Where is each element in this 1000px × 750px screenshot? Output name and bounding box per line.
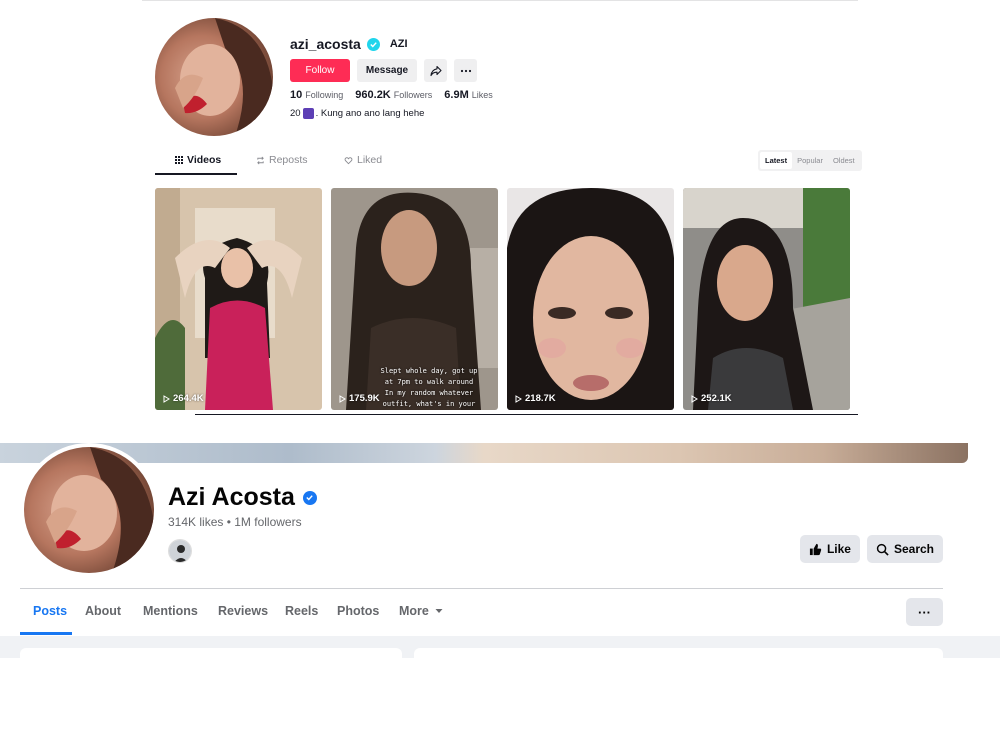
- tiktok-stats: 10 Following 960.2K Followers 6.9M Likes: [290, 89, 493, 101]
- repost-icon: [257, 156, 264, 164]
- page-stats: 314K likes • 1M followers: [168, 515, 302, 529]
- tab-reels[interactable]: Reels: [285, 604, 318, 618]
- view-count-label: 218.7K: [525, 393, 556, 404]
- page-title-row: Azi Acosta: [168, 483, 317, 512]
- facebook-avatar[interactable]: [20, 443, 158, 577]
- video-grid: 264.4K Slept whole day, got up at 7pm to…: [155, 188, 850, 410]
- follow-button[interactable]: Follow: [290, 59, 350, 82]
- tab-liked[interactable]: Liked: [344, 154, 382, 166]
- emoji-icon: [302, 108, 314, 119]
- following-stat[interactable]: 10 Following: [290, 89, 343, 101]
- play-icon: [163, 394, 170, 403]
- view-count: 175.9K: [339, 393, 380, 404]
- divider: [195, 414, 858, 415]
- video-thumbnail[interactable]: Slept whole day, got up at 7pm to walk a…: [331, 188, 498, 410]
- tab-photos[interactable]: Photos: [337, 604, 379, 618]
- search-icon: [876, 543, 889, 556]
- page-more-button[interactable]: ···: [906, 598, 943, 626]
- active-tab-indicator: [155, 173, 237, 175]
- like-button[interactable]: Like: [799, 535, 860, 563]
- tiktok-nickname: AZI: [389, 38, 408, 50]
- tiktok-avatar[interactable]: [155, 18, 273, 136]
- page-title: Azi Acosta: [168, 483, 295, 511]
- play-icon: [691, 394, 698, 403]
- tiktok-profile-panel: azi_acosta AZI Follow Message 10 Followin…: [142, 0, 862, 420]
- tiktok-bio: 20 . Kung ano ano lang hehe: [290, 108, 424, 119]
- video-thumbnail[interactable]: 264.4K: [155, 188, 322, 410]
- tab-liked-label: Liked: [357, 154, 383, 166]
- tiktok-action-buttons: Follow Message: [290, 59, 477, 82]
- facebook-page-panel: Azi Acosta 314K likes • 1M followers Lik…: [0, 443, 1000, 750]
- view-count: 218.7K: [515, 393, 556, 404]
- followers-label: Followers: [393, 90, 433, 100]
- like-button-label: Like: [826, 542, 851, 556]
- thumbs-up-icon: [809, 543, 822, 555]
- view-count-label: 175.9K: [349, 393, 380, 404]
- caret-down-icon: [435, 609, 443, 613]
- tab-more-label: More: [399, 604, 429, 618]
- tab-reviews[interactable]: Reviews: [218, 604, 268, 618]
- following-count: 10: [290, 89, 303, 101]
- play-icon: [515, 394, 522, 403]
- tab-reposts-label: Reposts: [269, 154, 308, 166]
- sort-oldest[interactable]: Oldest: [828, 152, 860, 169]
- bio-text: . Kung ano ano lang hehe: [315, 108, 425, 119]
- tab-videos[interactable]: Videos: [175, 154, 221, 166]
- posts-card: [414, 648, 943, 660]
- tab-videos-label: Videos: [187, 154, 222, 166]
- view-count: 252.1K: [691, 393, 732, 404]
- tab-about[interactable]: About: [85, 604, 121, 618]
- sort-latest[interactable]: Latest: [760, 152, 793, 169]
- likes-stat: 6.9M Likes: [444, 89, 492, 101]
- more-icon: [460, 69, 471, 72]
- tab-mentions[interactable]: Mentions: [143, 604, 198, 618]
- bio-prefix: 20: [290, 108, 301, 119]
- tab-more[interactable]: More: [399, 604, 443, 618]
- verified-badge-icon: [366, 37, 380, 51]
- followers-stat[interactable]: 960.2K Followers: [355, 89, 432, 101]
- play-icon: [339, 394, 346, 403]
- followers-count: 960.2K: [355, 89, 391, 101]
- active-tab-indicator: [20, 632, 72, 635]
- intro-card: [20, 648, 402, 660]
- following-label: Following: [305, 90, 344, 100]
- lock-heart-icon: [344, 156, 353, 164]
- sort-selector: Latest Popular Oldest: [758, 150, 862, 171]
- view-count-label: 252.1K: [701, 393, 732, 404]
- tiktok-tabs: Videos Reposts Liked Latest Popular Olde…: [155, 150, 862, 175]
- tab-reposts[interactable]: Reposts: [256, 154, 308, 166]
- video-caption: Slept whole day, got up at 7pm to walk a…: [380, 367, 478, 408]
- likes-count: 6.9M: [444, 89, 469, 101]
- follower-avatar[interactable]: [168, 539, 192, 563]
- more-options-button[interactable]: [454, 59, 477, 82]
- likes-label: Likes: [471, 90, 493, 100]
- tiktok-name-row: azi_acosta AZI: [290, 36, 408, 52]
- share-icon: [429, 65, 442, 76]
- divider: [142, 0, 858, 1]
- cover-photo[interactable]: [0, 443, 968, 463]
- video-thumbnail[interactable]: 252.1K: [683, 188, 850, 410]
- tab-posts[interactable]: Posts: [33, 604, 67, 618]
- share-button[interactable]: [424, 59, 447, 82]
- grid-icon: [175, 156, 183, 164]
- page-tabs: Posts About Mentions Reviews Reels Photo…: [20, 589, 943, 635]
- search-button-label: Search: [893, 542, 934, 556]
- verified-badge-icon: [302, 490, 317, 505]
- message-button[interactable]: Message: [357, 59, 417, 82]
- video-thumbnail[interactable]: 218.7K: [507, 188, 674, 410]
- sort-popular[interactable]: Popular: [792, 152, 828, 169]
- tiktok-username: azi_acosta: [290, 36, 361, 52]
- view-count: 264.4K: [163, 393, 204, 404]
- search-button[interactable]: Search: [866, 535, 943, 563]
- view-count-label: 264.4K: [173, 393, 204, 404]
- page-actions: Like Search: [799, 535, 943, 563]
